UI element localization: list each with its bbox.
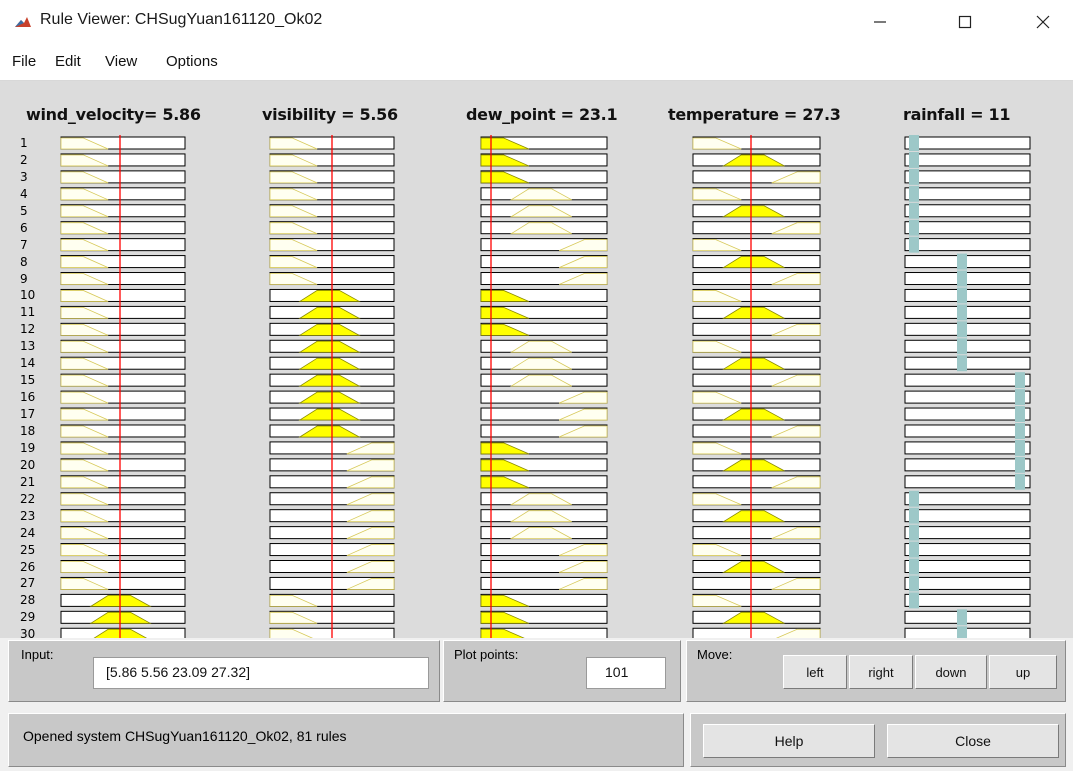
plot-points-label: Plot points:	[454, 647, 519, 662]
output-singleton-bar	[957, 321, 967, 338]
rule-cell	[904, 221, 1031, 235]
help-close-panel: Help Close	[690, 713, 1066, 767]
rule-cell	[904, 255, 1031, 269]
rule-cell	[904, 407, 1031, 421]
rule-cell	[904, 136, 1031, 150]
menu-edit[interactable]: Edit	[55, 53, 81, 70]
help-button[interactable]: Help	[703, 724, 875, 758]
matlab-logo-icon	[14, 14, 32, 32]
maximize-icon	[958, 15, 972, 29]
window-title: Rule Viewer: CHSugYuan161120_Ok02	[40, 11, 323, 28]
output-singleton-bar	[909, 168, 919, 185]
rule-cell	[904, 272, 1031, 286]
rule-cell	[904, 373, 1031, 387]
output-singleton-bar	[957, 609, 967, 626]
rule-plot-area: wind_velocity= 5.86 visibility = 5.56 de…	[0, 81, 1073, 638]
menu-file[interactable]: File	[12, 53, 36, 70]
rule-cell	[904, 187, 1031, 201]
input-field[interactable]: [5.86 5.56 23.09 27.32]	[93, 657, 429, 689]
move-up-button[interactable]: up	[989, 655, 1057, 689]
move-label: Move:	[697, 647, 733, 662]
rule-cell	[904, 288, 1031, 302]
rule-cell	[904, 560, 1031, 573]
close-window-button[interactable]	[1013, 0, 1073, 44]
output-singleton-bar	[909, 575, 919, 592]
rule-cell	[904, 627, 1031, 638]
rule-cell	[904, 305, 1031, 319]
maximize-button[interactable]	[935, 0, 995, 44]
input-label: Input:	[21, 647, 54, 662]
output-singleton-bar	[1015, 406, 1025, 423]
rule-cell	[904, 238, 1031, 252]
output-singleton-bar	[909, 219, 919, 236]
close-button[interactable]: Close	[887, 724, 1059, 758]
rule-cell	[904, 458, 1031, 472]
rule-cell	[904, 322, 1031, 336]
rule-cell	[904, 492, 1031, 506]
menu-view[interactable]: View	[105, 53, 137, 70]
rule-cell	[904, 390, 1031, 404]
rule-cell	[904, 424, 1031, 438]
output-singleton-bar	[957, 287, 967, 304]
rule-cell	[904, 610, 1031, 624]
rule-cell	[904, 153, 1031, 167]
rule-cell	[904, 593, 1031, 607]
menu-bar: File Edit View Options	[0, 44, 1073, 81]
output-singleton-bar	[909, 185, 919, 202]
output-singleton-bar	[909, 490, 919, 507]
rule-cell	[904, 543, 1031, 557]
rule-cell	[904, 576, 1031, 590]
output-singleton-bar	[909, 541, 919, 558]
move-right-button[interactable]: right	[849, 655, 913, 689]
output-singleton-bar	[909, 558, 919, 575]
close-icon	[1036, 15, 1050, 29]
rule-cell	[904, 356, 1031, 370]
move-down-button[interactable]: down	[915, 655, 987, 689]
rule-cell	[904, 204, 1031, 218]
status-panel: Opened system CHSugYuan161120_Ok02, 81 r…	[8, 713, 684, 767]
output-singleton-bar	[1015, 372, 1025, 389]
plot-points-panel: Plot points: 101	[443, 640, 681, 702]
minimize-button[interactable]	[850, 0, 910, 44]
output-singleton-bar	[957, 338, 967, 355]
output-singleton-bar	[957, 355, 967, 372]
output-singleton-bar	[1015, 389, 1025, 406]
output-singleton-bar	[909, 135, 919, 151]
rule-cell	[904, 441, 1031, 455]
output-singleton-bar	[1015, 439, 1025, 456]
output-singleton-bar	[957, 304, 967, 321]
output-singleton-bar	[909, 507, 919, 524]
input-panel: Input: [5.86 5.56 23.09 27.32]	[8, 640, 440, 702]
output-singleton-bar	[957, 270, 967, 287]
rule-cell	[904, 475, 1031, 489]
menu-options[interactable]: Options	[166, 53, 218, 70]
rule-cell	[904, 170, 1031, 184]
rule-plots	[60, 135, 1031, 638]
output-singleton-bar	[1015, 473, 1025, 490]
output-singleton-bar	[909, 524, 919, 541]
rule-cell	[904, 526, 1031, 540]
output-singleton-bar	[1015, 422, 1025, 439]
output-singleton-bar	[1015, 456, 1025, 473]
rule-cell	[904, 339, 1031, 353]
output-singleton-bar	[909, 202, 919, 219]
output-singleton-bar	[957, 626, 967, 638]
status-text: Opened system CHSugYuan161120_Ok02, 81 r…	[23, 728, 347, 744]
minimize-icon	[874, 21, 886, 23]
output-singleton-bar	[957, 253, 967, 270]
plot-points-field[interactable]: 101	[586, 657, 666, 689]
move-panel: Move: left right down up	[686, 640, 1066, 702]
output-singleton-bar	[909, 592, 919, 609]
output-singleton-bar	[909, 151, 919, 168]
move-left-button[interactable]: left	[783, 655, 847, 689]
rule-cell	[904, 509, 1031, 523]
output-singleton-bar	[909, 236, 919, 253]
title-bar: Rule Viewer: CHSugYuan161120_Ok02	[0, 0, 1073, 44]
